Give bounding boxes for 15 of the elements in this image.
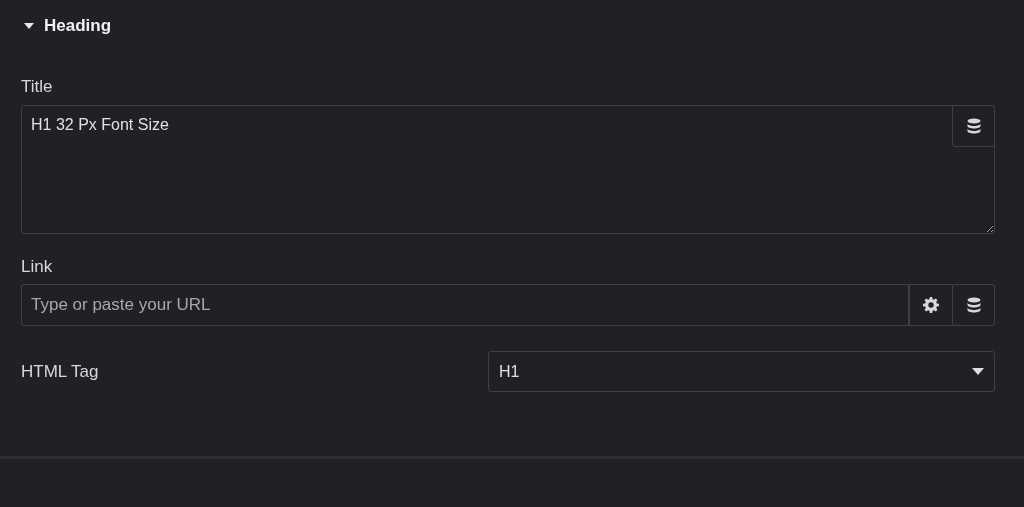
field-label: Link — [21, 257, 54, 277]
settings-icon — [923, 297, 939, 313]
database-icon — [966, 118, 981, 134]
database-icon — [966, 297, 981, 313]
dynamic-tags-button[interactable] — [952, 284, 995, 326]
title-textarea[interactable]: H1 32 Px Font Size — [21, 105, 995, 234]
dropdown-caret-icon — [972, 368, 984, 375]
field-label: Title — [21, 77, 54, 97]
section-title[interactable]: Heading — [44, 16, 112, 36]
url-field[interactable]: Type or paste your URL — [21, 284, 909, 326]
caret-icon[interactable] — [24, 23, 34, 29]
dynamic-tags-button[interactable] — [952, 105, 995, 147]
html-tag-select[interactable]: H1 — [488, 351, 995, 392]
settings-button[interactable] — [909, 284, 952, 326]
field-label: HTML Tag — [21, 361, 100, 382]
